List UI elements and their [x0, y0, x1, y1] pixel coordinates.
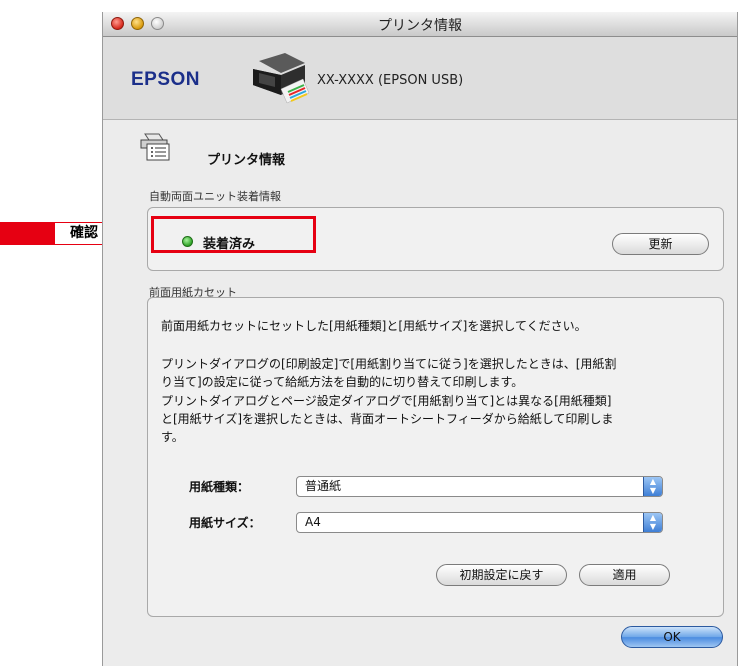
cassette-description-line: プリントダイアログの[印刷設定]で[用紙割り当てに従う]を選択したときは、[用紙… [161, 357, 617, 371]
select-arrows-icon: ▲ ▼ [643, 477, 662, 496]
printer-header: EPSON XX-XXXX (EPSON USB) [103, 37, 737, 120]
apply-button[interactable]: 適用 [579, 564, 670, 586]
printer-info-window: プリンタ情報 EPSON XX-XXXX (EPSON USB) プリンタ情報 … [102, 12, 738, 666]
select-arrows-icon: ▲ ▼ [643, 513, 662, 532]
reset-defaults-button[interactable]: 初期設定に戻す [436, 564, 567, 586]
paper-type-value: 普通紙 [305, 479, 342, 493]
title-bar[interactable]: プリンタ情報 [103, 12, 737, 37]
cassette-description-line: す。 [161, 430, 184, 444]
cassette-instruction: 前面用紙カセットにセットした[用紙種類]と[用紙サイズ]を選択してください。 [161, 319, 587, 333]
printer-model: XX-XXXX (EPSON USB) [317, 73, 464, 88]
paper-size-label: 用紙サイズ： [189, 516, 261, 530]
cassette-description-line: プリントダイアログとページ設定ダイアログで[用紙割り当て]とは異なる[用紙種類] [161, 394, 612, 408]
cassette-description-line: り当て]の設定に従って給紙方法を自動的に切り替えて印刷します。 [161, 375, 524, 389]
paper-type-label: 用紙種類： [189, 480, 250, 494]
cassette-description-line: と[用紙サイズ]を選択したときは、背面オートシートフィーダから給紙して印刷しま [161, 412, 614, 426]
refresh-button[interactable]: 更新 [612, 233, 709, 255]
paper-size-value: A4 [305, 515, 321, 529]
paper-size-select[interactable]: A4 ▲ ▼ [296, 512, 663, 533]
paper-type-select[interactable]: 普通紙 ▲ ▼ [296, 476, 663, 497]
printer-info-icon [140, 133, 170, 161]
section-title: プリンタ情報 [207, 153, 286, 168]
ok-button[interactable]: OK [621, 626, 723, 648]
window-title: プリンタ情報 [378, 18, 462, 34]
duplex-group-label: 自動両面ユニット装着情報 [149, 190, 281, 203]
brand-logo: EPSON [131, 69, 201, 90]
printer-icon [253, 53, 310, 104]
annotation-highlight-frame [151, 216, 316, 253]
